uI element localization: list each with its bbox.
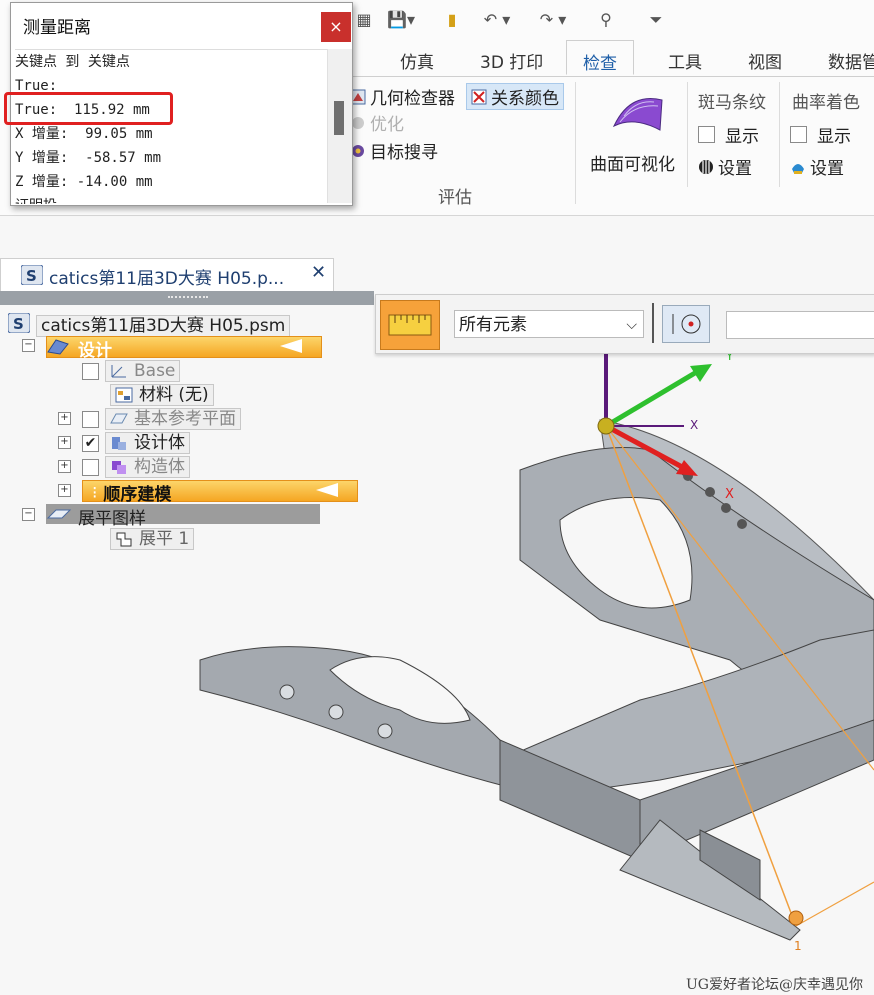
point-label: 1 <box>794 939 802 953</box>
solid-edge-icon: S <box>7 312 31 338</box>
measure-tool-button[interactable] <box>380 300 440 350</box>
group-separator <box>575 82 576 204</box>
zebra-show-checkbox[interactable]: 显示 <box>698 122 759 147</box>
point-mode-button[interactable] <box>662 305 710 343</box>
part-hole <box>737 519 747 529</box>
part-hole <box>705 487 715 497</box>
y-axis-arrow <box>604 367 702 429</box>
zebra-settings-button[interactable]: 设置 <box>698 154 752 179</box>
zebra-stripes-label: 斑马条纹 <box>698 93 766 113</box>
result-line: 证明投... <box>15 194 327 204</box>
keypoint-icon[interactable] <box>597 417 615 435</box>
rollback-arrow-icon[interactable] <box>280 339 302 353</box>
group-separator <box>687 82 688 187</box>
measure-results: 关键点 到 关键点 True: True: 115.92 mm X 增量: 99… <box>15 49 327 204</box>
measure-input-field[interactable] <box>726 311 874 339</box>
watermark-text: UG爱好者论坛@庆幸遇见你 <box>686 977 863 993</box>
zebra-settings-icon <box>698 159 714 175</box>
tab-3d-print[interactable]: 3D 打印 <box>480 48 543 73</box>
true-distance-highlight <box>4 92 173 125</box>
ribbon-tabs: I 仿真 3D 打印 检查 工具 视图 数据管 <box>340 40 874 77</box>
keypoint-mode-icon <box>672 314 701 334</box>
measure-delta-line <box>795 881 874 927</box>
document-tab[interactable]: S catics第11届3D大赛 H05.p... ✕ <box>0 258 334 291</box>
target-seek-button[interactable]: 目标搜寻 <box>350 138 438 163</box>
relation-color-button[interactable]: 关系颜色 <box>466 83 564 110</box>
result-line-y-delta: Y 增量: -58.57 mm <box>15 150 162 166</box>
tab-tools[interactable]: 工具 <box>668 48 702 73</box>
toolbar-separator <box>652 303 654 343</box>
link-icon[interactable]: ⚲ <box>596 8 616 32</box>
solid-edge-icon: S <box>20 264 44 289</box>
part-hole <box>377 723 393 739</box>
collapse-icon[interactable]: − <box>22 339 35 352</box>
svg-text:S: S <box>26 267 37 285</box>
measure-command-bar: 所有元素 ⌵ <box>375 294 874 354</box>
result-line-x-delta: X 增量: 99.05 mm <box>15 126 153 142</box>
optimize-button[interactable]: 优化 <box>350 110 404 135</box>
document-tab-label: catics第11届3D大赛 H05.p... <box>49 269 285 289</box>
x-axis-label: X <box>690 418 698 432</box>
relation-color-icon <box>471 89 487 105</box>
ruler-icon <box>388 314 432 336</box>
curvature-settings-button[interactable]: 设置 <box>790 154 844 179</box>
redo-icon[interactable]: ↷ ▾ <box>536 8 570 32</box>
curvature-settings-icon <box>790 159 806 175</box>
grid-icon[interactable]: ▦ <box>354 8 374 32</box>
keypoint-icon[interactable] <box>788 910 804 926</box>
geometry-inspector-button[interactable]: 几何检查器 <box>350 84 455 109</box>
surface-visualization-icon[interactable] <box>610 86 666 136</box>
close-icon[interactable]: × <box>321 12 351 42</box>
curvature-show-checkbox[interactable]: 显示 <box>790 122 851 147</box>
tab-data-management[interactable]: 数据管 <box>828 48 874 73</box>
measure-window-title: 测量距离 <box>23 18 91 38</box>
save-dropdown-icon[interactable]: 💾▾ <box>384 8 418 32</box>
zebra-show-check-icon[interactable] <box>698 126 715 143</box>
x-axis-label-red: X <box>725 487 734 502</box>
tab-inspect[interactable]: 检查 <box>566 40 634 75</box>
curvature-shading-label: 曲率着色 <box>792 93 860 113</box>
tab-simulation[interactable]: 仿真 <box>400 48 434 73</box>
3d-viewport[interactable]: X X Y 1 <box>0 352 874 972</box>
result-line: 关键点 到 关键点 <box>15 54 130 70</box>
close-tab-icon[interactable]: ✕ <box>311 262 326 283</box>
tree-root[interactable]: S catics第11届3D大赛 H05.psm <box>7 312 291 338</box>
svg-text:S: S <box>13 315 24 333</box>
result-line-z-delta: Z 增量: -14.00 mm <box>15 174 153 190</box>
tab-view[interactable]: 视图 <box>748 48 782 73</box>
undo-icon[interactable]: ↶ ▾ <box>480 8 514 32</box>
part-hole <box>279 684 295 700</box>
part-hole <box>721 503 731 513</box>
customize-dropdown-icon[interactable]: ⏷ <box>646 8 666 32</box>
evaluate-group-label: 评估 <box>438 188 472 208</box>
part-hole <box>328 704 344 720</box>
quick-access-toolbar: ▦ 💾▾ ▮ ↶ ▾ ↷ ▾ ⚲ ⏷ <box>350 0 874 40</box>
element-filter-select[interactable]: 所有元素 ⌵ <box>454 310 644 338</box>
scrollbar-thumb[interactable] <box>334 101 344 135</box>
chevron-down-icon[interactable]: ⌵ <box>626 311 637 339</box>
clipboard-icon[interactable]: ▮ <box>442 8 462 32</box>
surface-visualization-label[interactable]: 曲面可视化 <box>590 150 675 175</box>
pathfinder-header[interactable] <box>0 291 374 305</box>
measure-scrollbar[interactable] <box>327 49 352 203</box>
curvature-show-check-icon[interactable] <box>790 126 807 143</box>
splitter-grip[interactable] <box>168 296 208 301</box>
group-separator <box>779 82 780 187</box>
